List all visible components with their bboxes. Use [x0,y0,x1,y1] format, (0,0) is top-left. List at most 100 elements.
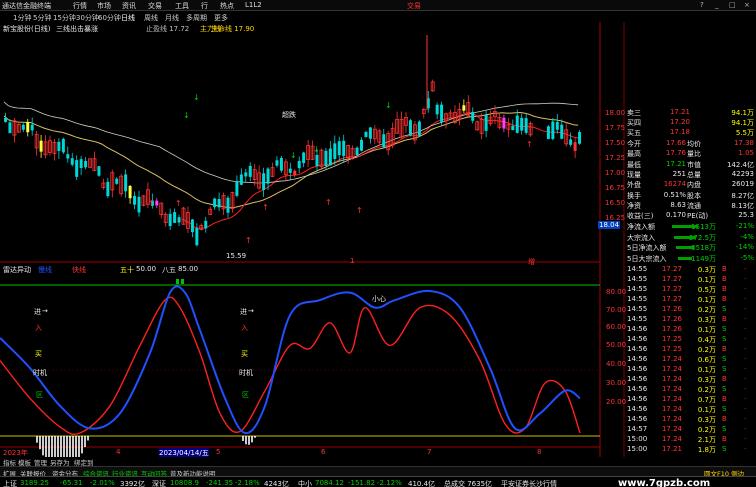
menu-hang[interactable]: 行 [201,1,208,11]
tick-time: 15:00 [627,435,648,443]
osc-note: 区 [242,391,249,399]
candle-body [435,104,439,115]
top-label: 超跌 [282,111,296,119]
minimize-button[interactable]: _ [715,1,719,9]
tool-row: 扩展 关联报价 资金分布 综合资讯 行业资讯 互动问答 普及新功能说明 圆文F1… [0,466,756,478]
price-tick: 17.50 [605,139,626,147]
candle-body [30,124,34,131]
fifty-value: 50.00 [136,265,157,273]
stat-label: 内盘 [687,181,701,190]
candle-body [471,111,475,121]
osc-tick: 50.00 [606,341,627,349]
tick-marker: · [744,275,747,283]
tick-time: 14:56 [627,335,648,343]
help-button[interactable]: ? [700,1,704,9]
stat-value: 251 [672,169,686,178]
menu-l1l2[interactable]: L1L2 [245,1,262,9]
candle-body [324,150,328,166]
menu-zixun[interactable]: 资讯 [122,1,136,11]
index-pct: -2.01% [90,479,115,487]
eighty-five-label: 八五 [162,266,176,274]
candle-body [275,160,279,166]
maximize-button[interactable]: □ [729,1,736,9]
index-name[interactable]: 深证 [152,479,166,487]
order-book-volume: 5.5万 [735,129,754,137]
tick-time: 14:55 [627,315,648,323]
index-name[interactable]: 上证 [3,479,17,487]
tick-time: 14:56 [627,375,648,383]
stat-value: 8.27亿 [731,191,754,200]
candle-body [39,140,43,152]
candle-body [239,174,243,185]
close-button[interactable]: × [744,1,750,9]
stat-label: 换手 [627,191,641,200]
total-turnover: 总成交 7635亿 [444,480,493,487]
broker-name[interactable]: 平安证券长沙行情 [501,479,557,487]
candle-body [124,174,128,192]
trade-link[interactable]: 交易 [407,1,421,11]
tick-price: 17.24 [661,435,682,443]
tick-price: 17.25 [661,335,682,343]
flow-pct: -21% [735,222,754,230]
candle-body [551,121,555,139]
stat-value: 17.38 [733,139,754,147]
tick-marker: · [744,355,747,363]
stat-label: PE(动) [687,212,709,221]
tick-time: 14:57 [627,425,648,433]
menu-shichang[interactable]: 市场 [97,1,111,11]
candle-body [382,134,386,148]
osc-note: 区 [36,391,43,399]
low-price-label: 15.59 [226,252,247,260]
tick-price: 17.27 [661,275,682,283]
tick-price: 17.27 [661,295,682,303]
tick-volume: 0.3万 [697,416,716,424]
flow-label: 大宗流入 [627,233,655,242]
osc-tick: 20.00 [606,398,627,406]
tick-time: 14:55 [627,305,648,313]
app-title: 通达信金融终端 [2,2,51,10]
index-change: -241.35 [206,479,234,487]
tick-marker: · [744,345,747,353]
osc-tick: 40.00 [606,360,627,368]
tick-direction: S [722,405,727,413]
candle-body [368,127,372,139]
candle-body [360,139,363,151]
stop-line-label: 止盈线 17.72 [146,25,190,33]
tick-marker: · [744,305,747,313]
candle-body [213,198,217,208]
candle-body [137,196,141,213]
candle-body [569,139,573,145]
menu-jiaoyi[interactable]: 交易 [148,1,162,11]
tick-direction: S [722,365,727,373]
tick-marker: · [744,325,747,333]
tick-direction: S [722,305,727,313]
tick-price: 17.24 [661,395,682,403]
stat-value: 16274 [663,180,686,189]
date-tick: 4 [116,448,121,456]
fifty-label: 五十 [120,266,134,274]
signal-arrow-icon: ↑ [526,140,533,149]
osc-note: 入 [241,324,248,332]
sub-indicator-name[interactable]: 雷达异动 [3,265,31,275]
indicator-name[interactable]: 三线出击暴涨 [56,24,98,34]
flow-bar [678,256,692,260]
stat-label: 股本 [687,191,701,200]
index-name[interactable]: 中小 [298,479,312,487]
tick-price: 17.25 [661,345,682,353]
candle-body [128,186,132,199]
tick-marker: · [744,385,747,393]
candle-body [61,138,65,153]
osc-note: 买 [241,350,248,358]
candle-body [115,178,119,184]
candle-body [408,120,412,136]
tick-marker: · [744,425,747,433]
stat-label: 均价 [687,140,701,148]
menu-hangqing[interactable]: 行情 [73,1,87,11]
candle-body [262,173,266,190]
flow-label: 5日净流入额 [627,244,667,252]
menu-gongju[interactable]: 工具 [175,1,189,11]
tick-direction: B [722,375,727,383]
menu-redian[interactable]: 热点 [220,1,234,11]
signal-arrow-icon: ↓ [193,93,200,102]
candle-body [84,161,88,168]
